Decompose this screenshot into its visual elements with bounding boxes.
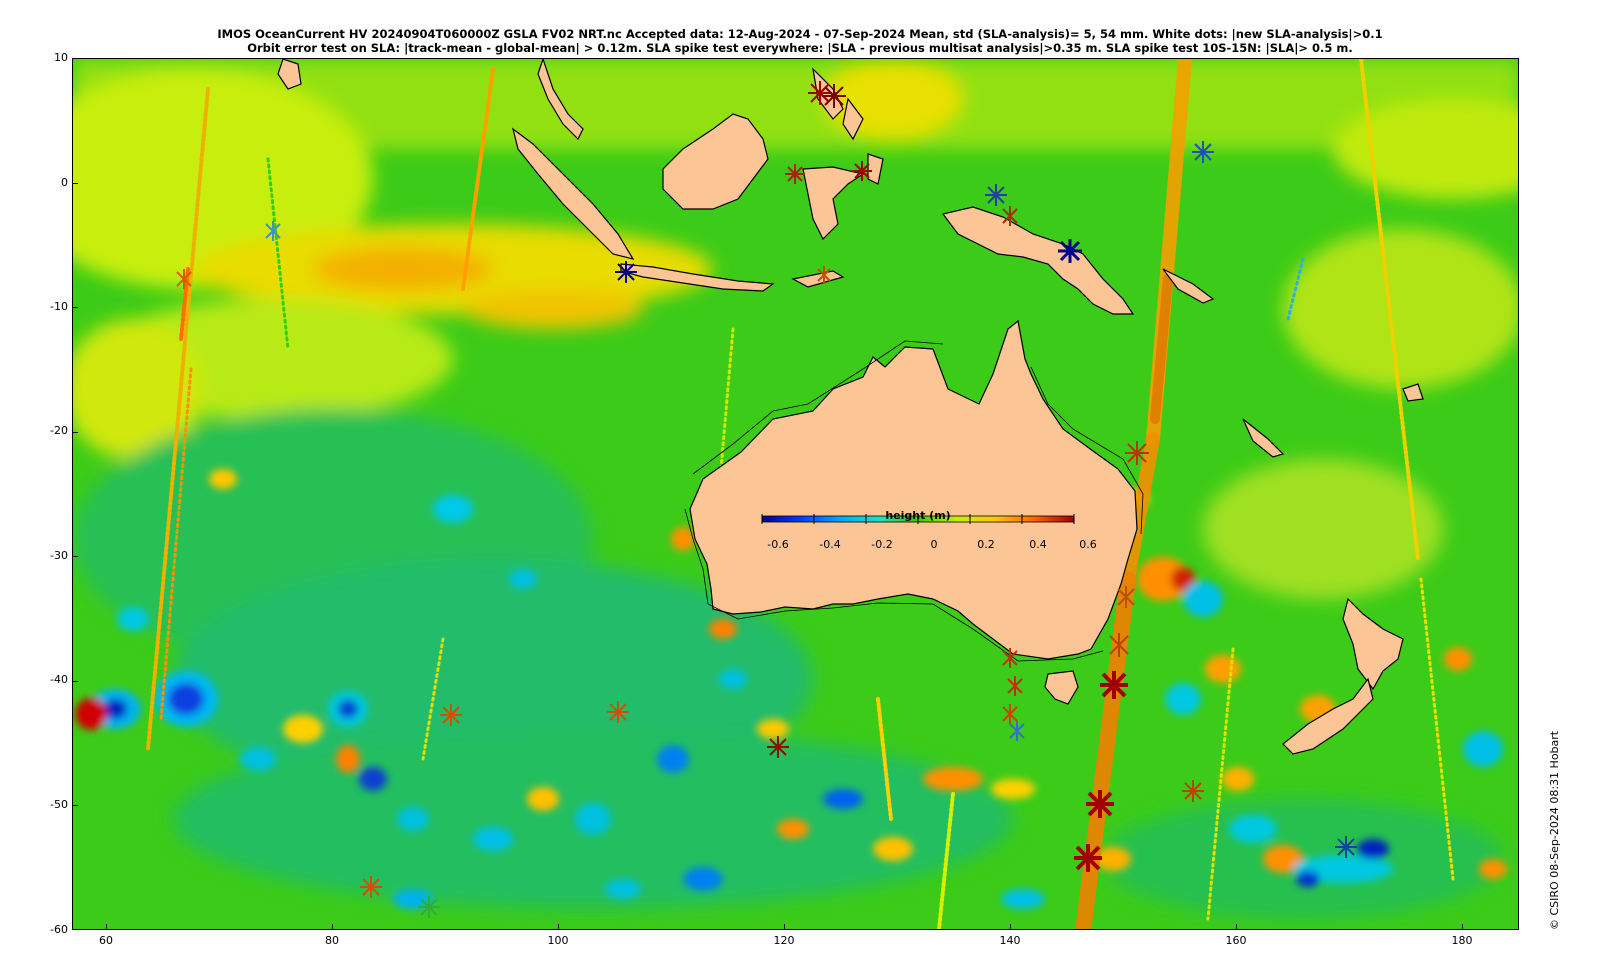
sla-map-plot [72,58,1519,930]
y-tick-label: -20 [50,424,68,437]
colorbar-tick-label: 0 [930,538,938,551]
x-tick-label: 100 [547,934,569,947]
colorbar-tick-label: -0.4 [819,538,841,551]
y-tick-label: -10 [50,300,68,313]
y-tickmark [72,805,78,806]
x-tick-label: 60 [99,934,113,947]
y-tick-label: -60 [50,923,68,936]
y-tick-label: 10 [54,51,68,64]
x-tickmark [558,924,559,930]
x-tick-label: 80 [325,934,339,947]
x-tickmark [332,924,333,930]
colorbar-title: height (m) [885,509,951,522]
x-tick-label: 180 [1451,934,1473,947]
y-tick-label: -50 [50,798,68,811]
x-tick-label: 160 [1225,934,1247,947]
x-tickmark [106,924,107,930]
y-tickmark [72,58,78,59]
copyright-credit: © CSIRO 08-Sep-2024 08:31 Hobart [1548,730,1561,930]
y-tickmark [72,307,78,308]
y-tickmark [72,556,78,557]
x-tickmark [1462,924,1463,930]
y-tick-label: 0 [61,176,68,189]
x-tickmark [1236,924,1237,930]
x-tickmark [784,924,785,930]
y-tick-label: -30 [50,549,68,562]
y-tick-label: -40 [50,673,68,686]
x-tickmark [1010,924,1011,930]
title-line-1: IMOS OceanCurrent HV 20240904T060000Z GS… [217,27,1383,41]
title-line-2: Orbit error test on SLA: |track-mean - g… [247,41,1353,55]
colorbar-tick-label: 0.2 [977,538,995,551]
y-tickmark [72,681,78,682]
y-tickmark [72,183,78,184]
colorbar-tick-label: 0.6 [1079,538,1097,551]
x-tick-label: 140 [999,934,1021,947]
x-tick-label: 120 [773,934,795,947]
colorbar-tick-label: 0.4 [1029,538,1047,551]
colorbar-tick-label: -0.2 [871,538,893,551]
colorbar-tick-label: -0.6 [767,538,789,551]
y-tickmark [72,432,78,433]
